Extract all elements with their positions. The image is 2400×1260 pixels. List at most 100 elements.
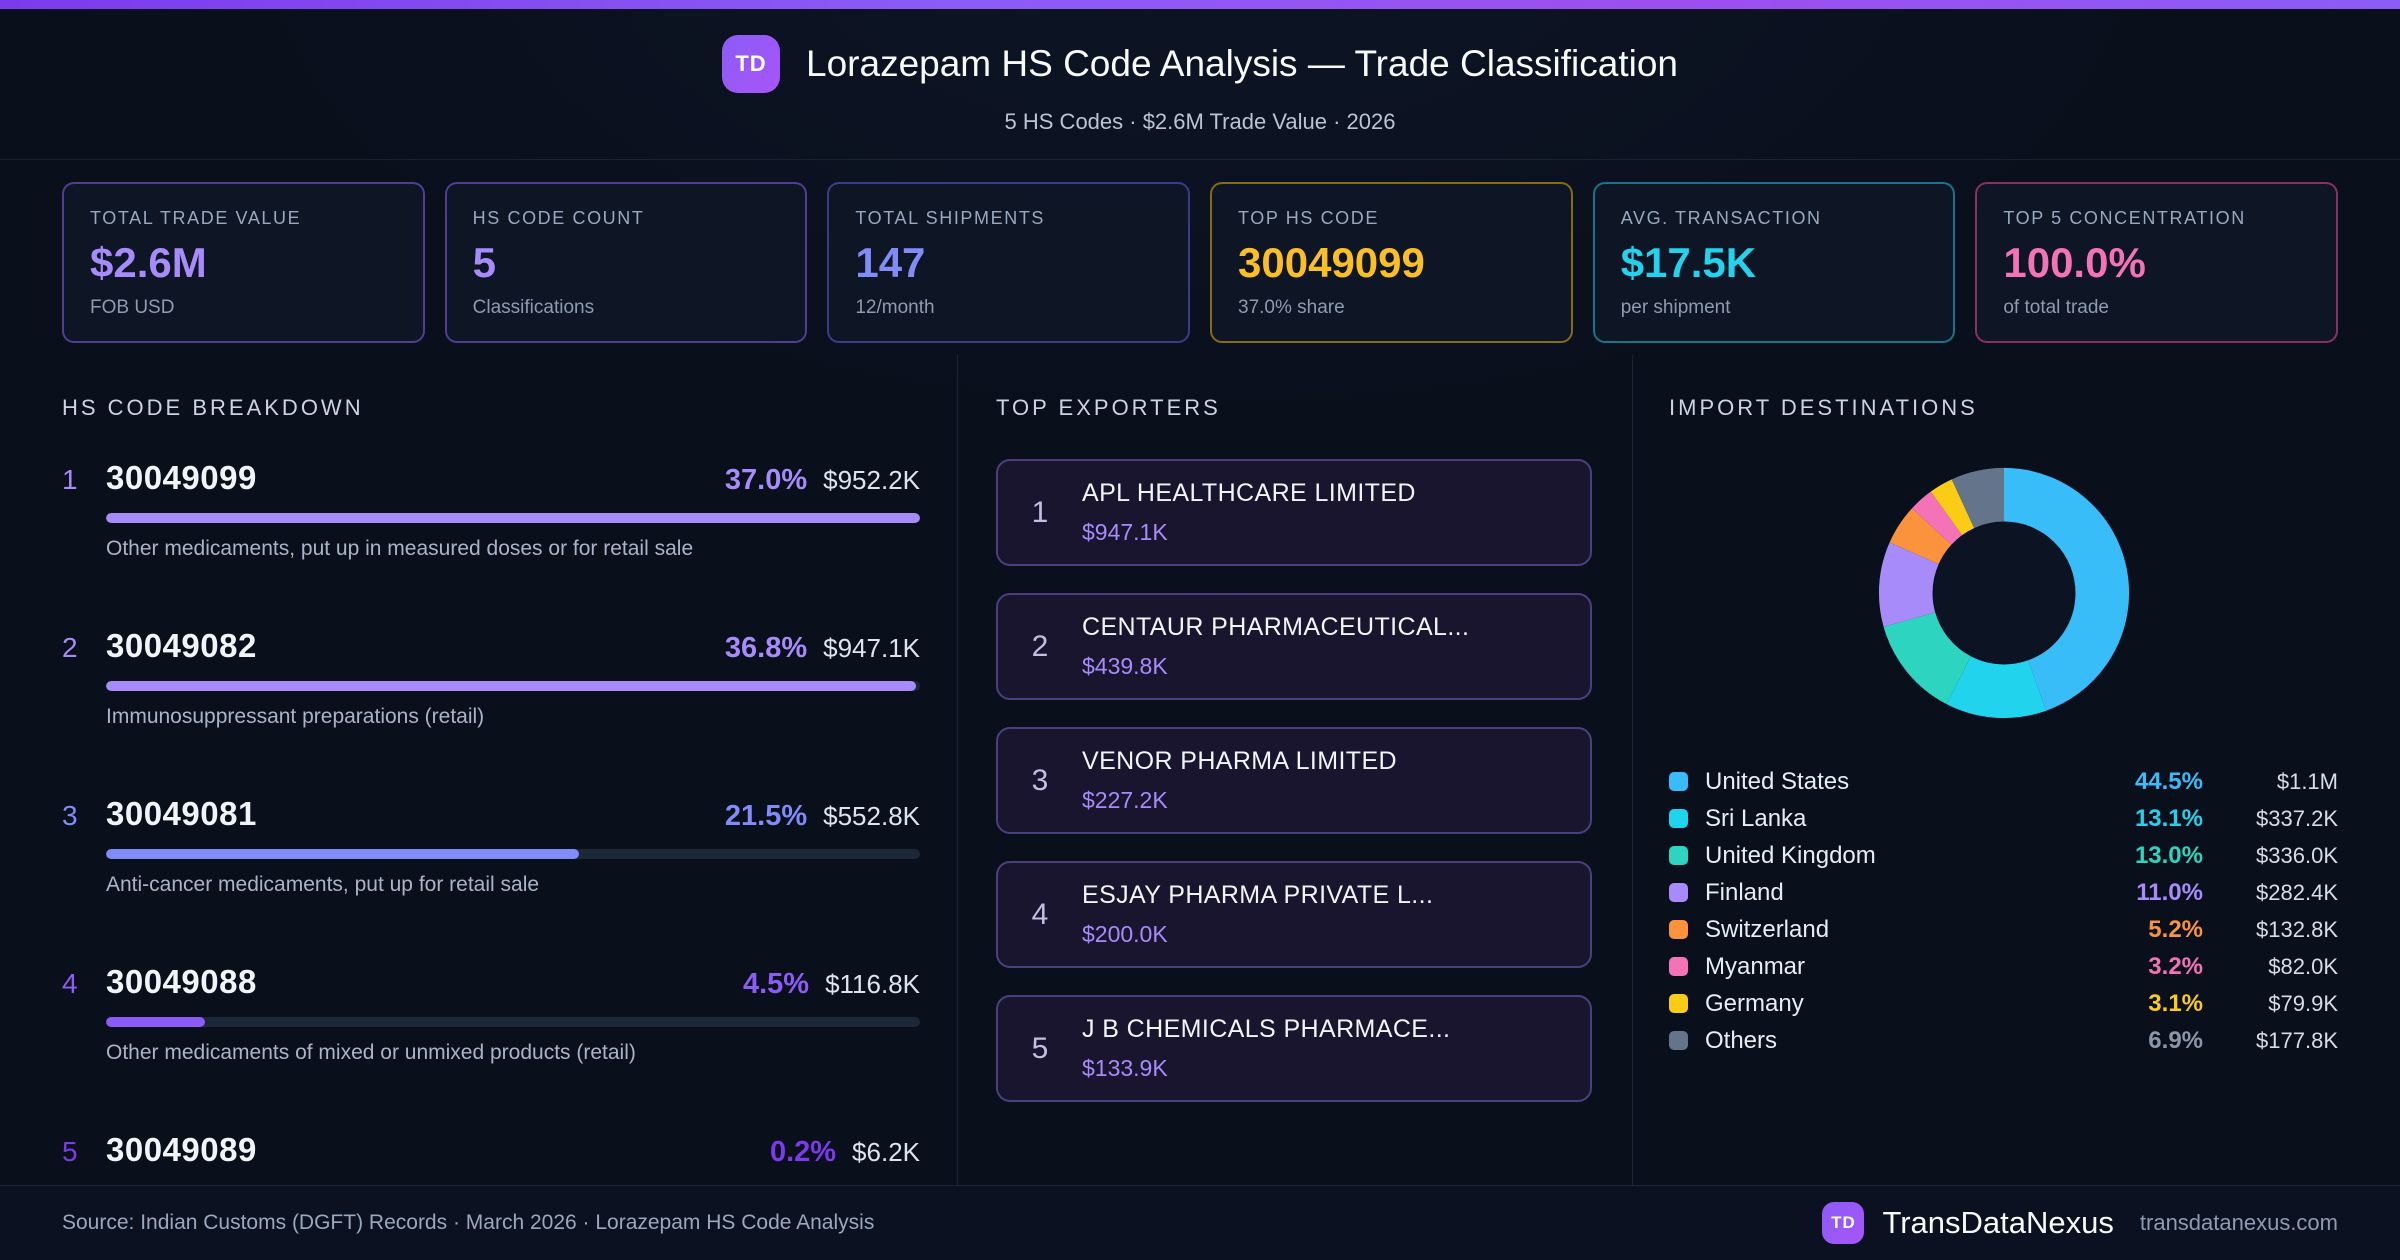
hs-code: 30049089 bbox=[106, 1131, 257, 1168]
stat-card-total-trade-value: TOTAL TRADE VALUE $2.6M FOB USD bbox=[62, 182, 425, 343]
stat-value: $17.5K bbox=[1620, 239, 1757, 286]
legend-row: Others 6.9% $177.8K bbox=[1669, 1022, 2338, 1059]
exporter-rank: 4 bbox=[1031, 897, 1049, 931]
legend-pct: 44.5% bbox=[2134, 767, 2203, 795]
hs-value: $952.2K bbox=[823, 465, 920, 495]
hs-rank: 2 bbox=[62, 632, 78, 663]
legend-country: Myanmar bbox=[1705, 952, 1806, 980]
hs-share-pct: 21.5% bbox=[724, 800, 808, 832]
dashboard: TD Lorazepam HS Code Analysis — Trade Cl… bbox=[0, 0, 2400, 1260]
legend-value: $82.0K bbox=[2268, 953, 2338, 979]
legend-country: United States bbox=[1705, 767, 1850, 795]
hs-code: 30049088 bbox=[106, 963, 257, 1000]
exporter-card: 4 ESJAY PHARMA PRIVATE L... $200.0K bbox=[996, 861, 1592, 968]
exporter-value: $200.0K bbox=[1082, 921, 1168, 947]
legend-swatch-icon bbox=[1669, 994, 1688, 1013]
stat-sub: Classifications bbox=[472, 297, 595, 318]
page-title: Lorazepam HS Code Analysis — Trade Class… bbox=[806, 43, 1678, 84]
exporter-card: 3 VENOR PHARMA LIMITED $227.2K bbox=[996, 727, 1592, 834]
hs-rank: 5 bbox=[62, 1136, 78, 1167]
hs-progress-fill bbox=[106, 513, 920, 523]
main-content: HS CODE BREAKDOWN 1 30049099 37.0% $952.… bbox=[0, 355, 2400, 1232]
hs-row: 3 30049081 21.5% $552.8K Anti-cancer med… bbox=[62, 795, 920, 897]
hs-description: Other medicaments of mixed or unmixed pr… bbox=[106, 1041, 636, 1064]
legend-row: United Kingdom 13.0% $336.0K bbox=[1669, 837, 2338, 874]
legend-country: Others bbox=[1705, 1026, 1778, 1054]
top-exporters-section: TOP EXPORTERS 1 APL HEALTHCARE LIMITED $… bbox=[958, 355, 1632, 1185]
stat-card-avg-transaction: AVG. TRANSACTION $17.5K per shipment bbox=[1592, 182, 1956, 343]
exporter-name: APL HEALTHCARE LIMITED bbox=[1082, 479, 1416, 507]
stat-label: TOP HS CODE bbox=[1238, 208, 1379, 228]
legend-row: Sri Lanka 13.1% $337.2K bbox=[1669, 800, 2338, 837]
exporter-name: VENOR PHARMA LIMITED bbox=[1082, 747, 1397, 775]
stat-value: 5 bbox=[472, 239, 497, 286]
stat-label: AVG. TRANSACTION bbox=[1620, 208, 1822, 228]
exporter-value: $133.9K bbox=[1082, 1055, 1168, 1081]
brand-logo-badge: TD bbox=[722, 35, 781, 93]
exporter-value: $439.8K bbox=[1082, 653, 1168, 679]
stat-sub: FOB USD bbox=[90, 297, 175, 318]
legend-pct: 5.2% bbox=[2148, 915, 2203, 943]
hs-code: 30049081 bbox=[106, 795, 257, 832]
hs-code: 30049082 bbox=[106, 627, 257, 664]
donut-hole bbox=[1933, 522, 2074, 664]
exporter-rank: 3 bbox=[1031, 763, 1049, 797]
hs-share-pct: 4.5% bbox=[742, 968, 810, 1000]
stat-cards: TOTAL TRADE VALUE $2.6M FOB USD HS CODE … bbox=[0, 160, 2400, 355]
stat-value: 147 bbox=[855, 239, 926, 286]
exporter-rank: 5 bbox=[1031, 1031, 1049, 1065]
stat-label: TOTAL TRADE VALUE bbox=[90, 208, 302, 228]
top-accent-bar bbox=[0, 0, 2400, 9]
stat-label: HS CODE COUNT bbox=[472, 208, 645, 228]
stat-sub: per shipment bbox=[1620, 297, 1731, 318]
exporter-rank: 1 bbox=[1031, 495, 1049, 529]
hs-progress-track bbox=[106, 681, 920, 691]
brand-url-link[interactable]: transdatanexus.com bbox=[2140, 1210, 2338, 1236]
legend-swatch-icon bbox=[1669, 809, 1688, 828]
legend-value: $132.8K bbox=[2256, 916, 2338, 942]
hs-value: $116.8K bbox=[825, 969, 920, 999]
legend-row: Germany 3.1% $79.9K bbox=[1669, 985, 2338, 1022]
hs-description: Anti-cancer medicaments, put up for reta… bbox=[106, 873, 540, 896]
exporter-value: $947.1K bbox=[1082, 519, 1168, 545]
legend-country: United Kingdom bbox=[1705, 841, 1876, 869]
legend-value: $282.4K bbox=[2256, 879, 2338, 905]
hs-value: $6.2K bbox=[852, 1137, 920, 1167]
legend-row: United States 44.5% $1.1M bbox=[1669, 763, 2338, 800]
destinations-legend: United States 44.5% $1.1M Sri Lanka 13.1… bbox=[1669, 763, 2338, 1059]
hs-breakdown-title: HS CODE BREAKDOWN bbox=[62, 395, 364, 420]
legend-pct: 13.1% bbox=[2134, 804, 2203, 832]
legend-row: Switzerland 5.2% $132.8K bbox=[1669, 911, 2338, 948]
import-destinations-section: IMPORT DESTINATIONS United States 44.5% … bbox=[1633, 355, 2400, 1185]
legend-pct: 13.0% bbox=[2134, 841, 2203, 869]
hs-value: $947.1K bbox=[823, 633, 920, 663]
hs-progress-fill bbox=[106, 849, 579, 859]
hs-progress-fill bbox=[106, 681, 916, 691]
stat-sub: 37.0% share bbox=[1238, 297, 1345, 318]
legend-country: Finland bbox=[1705, 878, 1784, 906]
legend-pct: 3.2% bbox=[2148, 952, 2203, 980]
hs-progress-track bbox=[106, 1017, 920, 1027]
hs-description: Immunosuppressant preparations (retail) bbox=[106, 705, 485, 728]
hs-share-pct: 36.8% bbox=[724, 632, 808, 664]
hs-progress-track bbox=[106, 513, 920, 523]
legend-swatch-icon bbox=[1669, 957, 1688, 976]
hs-code: 30049099 bbox=[106, 459, 257, 496]
legend-country: Switzerland bbox=[1705, 915, 1830, 943]
hs-row: 1 30049099 37.0% $952.2K Other medicamen… bbox=[62, 459, 920, 561]
legend-pct: 11.0% bbox=[2136, 878, 2203, 906]
exporter-card: 1 APL HEALTHCARE LIMITED $947.1K bbox=[996, 459, 1592, 566]
hs-share-pct: 37.0% bbox=[724, 464, 808, 496]
import-destinations-title: IMPORT DESTINATIONS bbox=[1669, 395, 1978, 420]
hs-row: 4 30049088 4.5% $116.8K Other medicament… bbox=[62, 963, 920, 1065]
legend-pct: 3.1% bbox=[2148, 989, 2203, 1017]
hs-row: 2 30049082 36.8% $947.1K Immunosuppressa… bbox=[62, 627, 920, 729]
legend-value: $336.0K bbox=[2256, 842, 2338, 868]
legend-swatch-icon bbox=[1669, 1031, 1688, 1050]
legend-country: Germany bbox=[1705, 989, 1804, 1017]
stat-value: 100.0% bbox=[2003, 239, 2146, 286]
legend-value: $1.1M bbox=[2276, 768, 2338, 794]
hs-rank: 1 bbox=[62, 464, 78, 495]
source-note: Source: Indian Customs (DGFT) Records · … bbox=[62, 1211, 875, 1234]
footer: Source: Indian Customs (DGFT) Records · … bbox=[0, 1185, 2400, 1260]
